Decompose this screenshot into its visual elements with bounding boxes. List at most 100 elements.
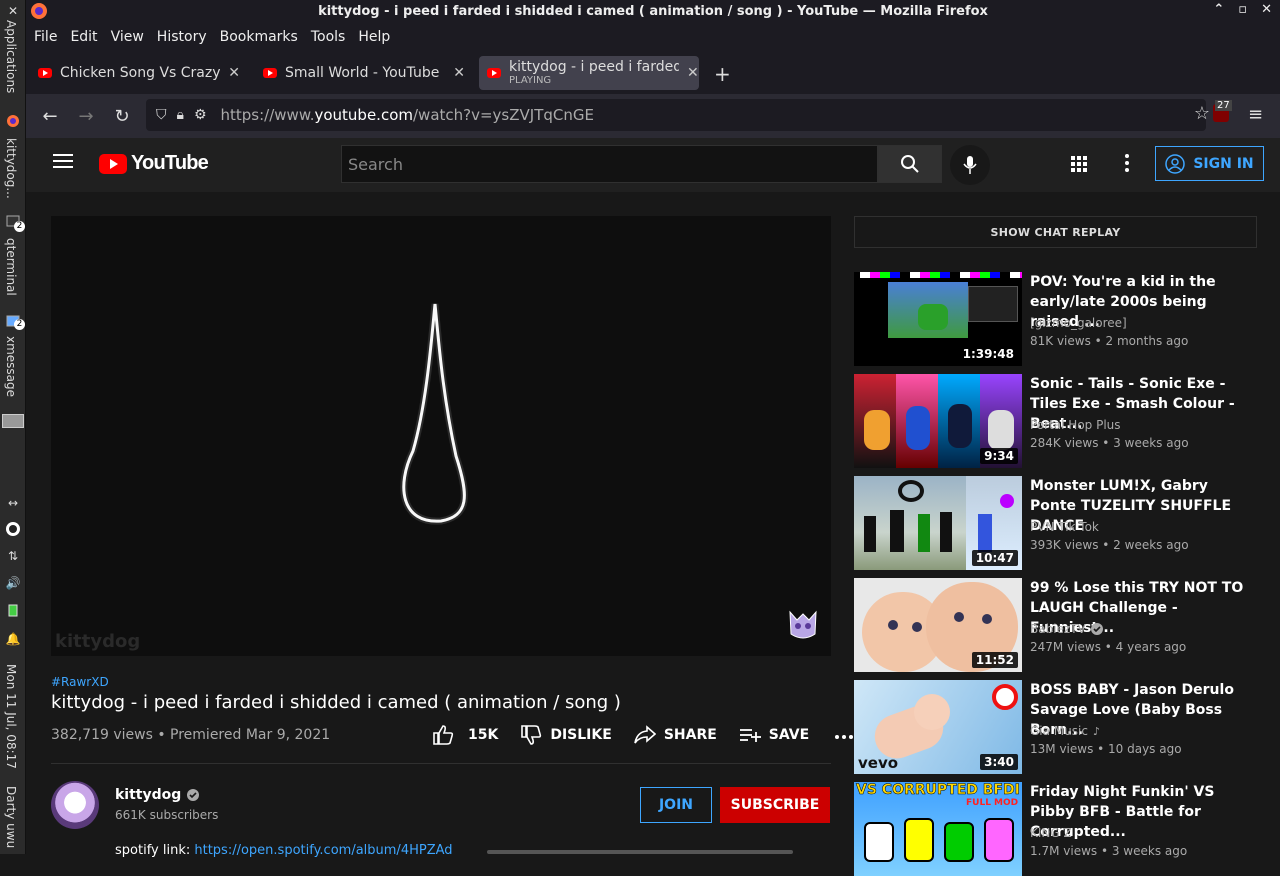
lock-icon[interactable]: 🔒︎ bbox=[177, 107, 184, 123]
close-x-icon[interactable]: ✕ bbox=[4, 2, 22, 20]
recommendation-channel[interactable]: Gia Music bbox=[1030, 724, 1088, 738]
menu-file[interactable]: File bbox=[34, 29, 57, 45]
recommendation-item[interactable]: 1:39:48 POV: You're a kid in the early/l… bbox=[854, 272, 1264, 366]
video-player[interactable]: kittydog bbox=[51, 216, 831, 656]
tab-chicken-song[interactable]: Chicken Song Vs Crazy Fr ✕ bbox=[30, 56, 248, 90]
volume-icon[interactable]: 🔊 bbox=[4, 574, 22, 592]
recommendation-meta: 13M views • 10 days ago bbox=[1030, 742, 1182, 756]
recommendation-thumbnail[interactable]: 10:47 bbox=[854, 476, 1022, 570]
tab-kittydog[interactable]: kittydog - i peed i farded PLAYING ✕ bbox=[479, 56, 699, 90]
dislike-button[interactable]: DISLIKE bbox=[520, 724, 612, 746]
search-input[interactable]: Search bbox=[341, 145, 878, 183]
video-actions: 15K DISLIKE SHARE SAVE bbox=[432, 724, 854, 746]
channel-avatar[interactable] bbox=[51, 781, 99, 829]
guide-menu-icon[interactable] bbox=[53, 153, 73, 173]
recommendation-item[interactable]: 10:47 Monster LUM!X, Gabry Ponte TUZELIT… bbox=[854, 476, 1264, 570]
menu-help[interactable]: Help bbox=[358, 29, 390, 45]
recommendation-thumbnail[interactable]: VS CORRUPTED BFDI FULL MOD bbox=[854, 782, 1022, 876]
minimize-icon[interactable]: ⌃ bbox=[1213, 2, 1224, 17]
recommendation-thumbnail[interactable]: 9:34 bbox=[854, 374, 1022, 468]
resize-icon[interactable]: ↔ bbox=[4, 494, 22, 512]
reload-icon[interactable]: ↻ bbox=[104, 106, 140, 127]
url-prefix: https://www. bbox=[220, 106, 315, 124]
recommendation-item[interactable]: 9:34 Sonic - Tails - Sonic Exe - Tiles E… bbox=[854, 374, 1264, 468]
close-tab-icon[interactable]: ✕ bbox=[228, 65, 240, 81]
close-tab-icon[interactable]: ✕ bbox=[453, 65, 465, 81]
video-watermark-text: kittydog bbox=[55, 631, 141, 652]
panel-task-firefox[interactable]: kittydog... bbox=[4, 138, 18, 199]
recommendation-thumbnail[interactable]: 1:39:48 bbox=[854, 272, 1022, 366]
hashtag-link[interactable]: #RawrXD bbox=[51, 675, 109, 689]
spotify-link[interactable]: https://open.spotify.com/album/4HPZAd bbox=[194, 843, 452, 858]
notification-bell-icon[interactable]: 🔔 bbox=[4, 630, 22, 648]
panel-task-qterminal[interactable]: qterminal bbox=[4, 238, 18, 296]
bfdi-subtitle-text: FULL MOD bbox=[966, 798, 1019, 808]
url-field[interactable]: ⛉ 🔒︎ ⚙ https://www. youtube.com/watch?v=y… bbox=[146, 99, 1210, 131]
forward-arrow-icon[interactable]: → bbox=[68, 106, 104, 127]
menu-view[interactable]: View bbox=[111, 29, 144, 45]
show-chat-replay-button[interactable]: SHOW CHAT REPLAY bbox=[854, 216, 1257, 248]
menu-tools[interactable]: Tools bbox=[311, 29, 346, 45]
recommendation-channel[interactable]: BabiezTV bbox=[1030, 622, 1086, 636]
permissions-icon[interactable]: ⚙ bbox=[194, 107, 207, 123]
panel-applications[interactable]: Applications bbox=[4, 20, 18, 93]
recommendation-channel[interactable]: KING Z bbox=[1030, 826, 1072, 840]
new-tab-plus-icon[interactable]: + bbox=[714, 62, 731, 86]
channel-name-row: kittydog bbox=[115, 787, 200, 803]
apps-grid-icon[interactable] bbox=[1070, 155, 1088, 177]
video-duration: 3:40 bbox=[980, 754, 1018, 770]
save-button[interactable]: SAVE bbox=[739, 726, 809, 744]
url-host: youtube.com bbox=[314, 106, 413, 124]
recommendation-channel[interactable]: Portal Hop Plus bbox=[1030, 418, 1121, 432]
join-button[interactable]: JOIN bbox=[640, 787, 712, 823]
panel-task-xmessage[interactable]: xmessage bbox=[4, 336, 18, 397]
like-button[interactable]: 15K bbox=[432, 724, 498, 746]
workspace-switcher[interactable] bbox=[2, 414, 24, 428]
back-arrow-icon[interactable]: ← bbox=[32, 106, 68, 127]
tab-label: Chicken Song Vs Crazy Fr bbox=[60, 65, 221, 81]
recommendation-thumbnail[interactable]: vevo 3:40 bbox=[854, 680, 1022, 774]
more-actions-icon[interactable] bbox=[835, 727, 854, 743]
video-title: kittydog - i peed i farded i shidded i c… bbox=[51, 692, 621, 713]
desktop-panel: ✕ Applications kittydog... 2 qterminal 2… bbox=[0, 0, 26, 854]
channel-watermark-icon[interactable] bbox=[787, 606, 819, 640]
recommendation-thumbnail[interactable]: 11:52 bbox=[854, 578, 1022, 672]
sign-in-button[interactable]: SIGN IN bbox=[1155, 146, 1264, 181]
horizontal-scrollbar[interactable] bbox=[487, 850, 793, 854]
firefox-icon[interactable] bbox=[4, 112, 22, 130]
tab-small-world[interactable]: Small World - YouTube ✕ bbox=[255, 56, 473, 90]
recommendation-item[interactable]: VS CORRUPTED BFDI FULL MOD Friday Night … bbox=[854, 782, 1264, 876]
recommendation-item[interactable]: vevo 3:40 BOSS BABY - Jason Derulo Savag… bbox=[854, 680, 1264, 774]
youtube-logo[interactable]: YouTube bbox=[99, 152, 209, 175]
settings-kebab-icon[interactable] bbox=[1125, 154, 1129, 176]
bookmark-star-icon[interactable]: ☆ bbox=[1194, 103, 1210, 124]
youtube-header: YouTube Search SIGN IN bbox=[26, 138, 1280, 192]
subscribe-button[interactable]: SUBSCRIBE bbox=[720, 787, 830, 823]
hamburger-menu-icon[interactable]: ≡ bbox=[1248, 104, 1263, 125]
network-icon[interactable]: ⇅ bbox=[4, 547, 22, 565]
search-button[interactable] bbox=[878, 145, 942, 183]
youtube-logo-text: YouTube bbox=[131, 152, 209, 174]
panel-clock[interactable]: Mon 11 Jul, 08:17 bbox=[4, 664, 18, 769]
menu-bookmarks[interactable]: Bookmarks bbox=[220, 29, 298, 45]
recommendation-channel[interactable]: [gizmo_galoree] bbox=[1030, 316, 1127, 330]
obs-icon[interactable] bbox=[4, 520, 22, 538]
shield-icon[interactable]: ⛉ bbox=[156, 107, 167, 123]
close-window-icon[interactable]: ✕ bbox=[1261, 2, 1272, 17]
share-button[interactable]: SHARE bbox=[634, 725, 717, 745]
channel-name[interactable]: kittydog bbox=[115, 787, 181, 803]
sign-in-label: SIGN IN bbox=[1193, 155, 1254, 172]
voice-search-button[interactable] bbox=[950, 145, 990, 185]
battery-icon[interactable] bbox=[4, 601, 22, 619]
close-tab-icon[interactable]: ✕ bbox=[687, 65, 699, 81]
menu-history[interactable]: History bbox=[157, 29, 207, 45]
restore-icon[interactable]: ▫ bbox=[1238, 2, 1247, 17]
panel-user[interactable]: Darty uwu bbox=[4, 786, 18, 848]
menu-edit[interactable]: Edit bbox=[70, 29, 97, 45]
recommendation-meta: 393K views • 2 weeks ago bbox=[1030, 538, 1189, 552]
recommendation-channel[interactable]: PVN Tik Tok bbox=[1030, 520, 1099, 534]
recommendation-item[interactable]: 11:52 99 % Lose this TRY NOT TO LAUGH Ch… bbox=[854, 578, 1264, 672]
recommendation-meta: 284K views • 3 weeks ago bbox=[1030, 436, 1189, 450]
recommendation-meta: 1.7M views • 3 weeks ago bbox=[1030, 844, 1188, 858]
recommendation-meta: 81K views • 2 months ago bbox=[1030, 334, 1189, 348]
